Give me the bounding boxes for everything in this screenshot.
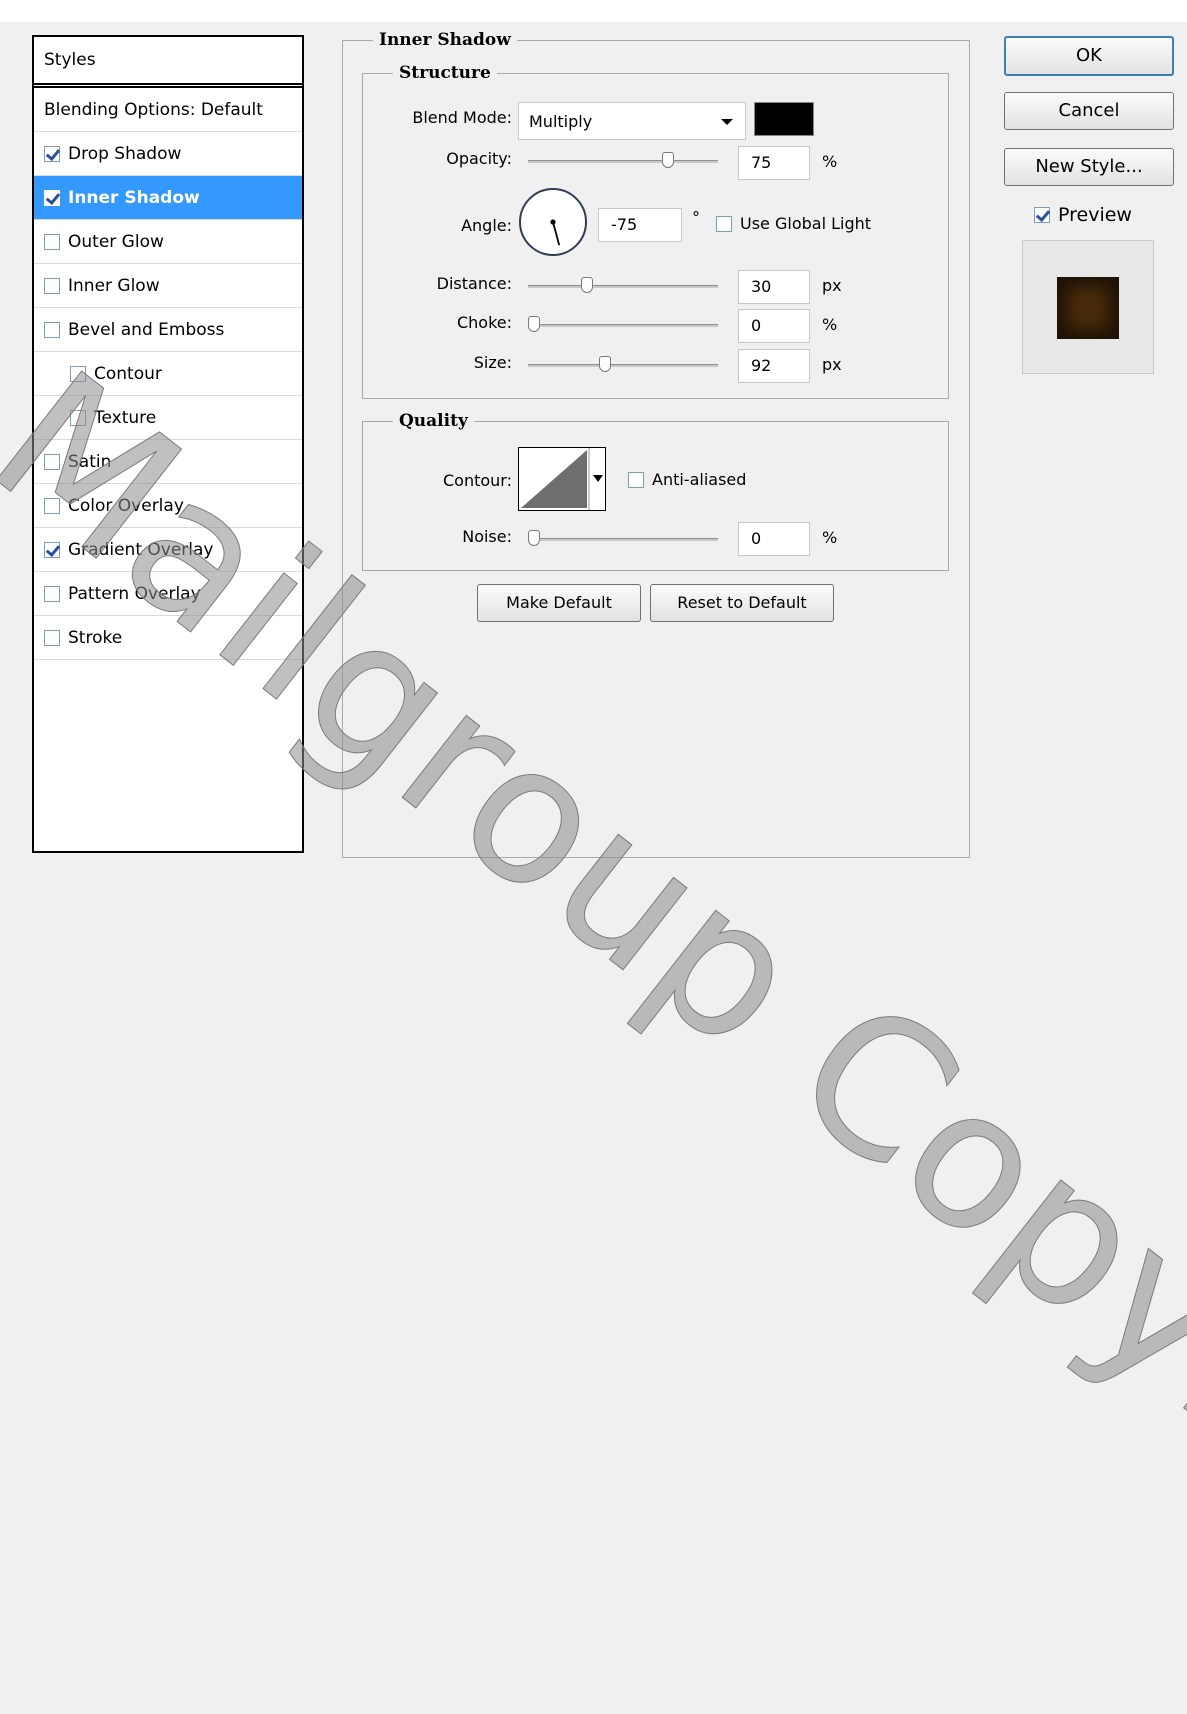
- angle-dial[interactable]: [519, 188, 587, 256]
- blend-mode-label: Blend Mode:: [412, 108, 512, 127]
- style-item-stroke[interactable]: Stroke: [34, 616, 302, 660]
- style-item-contour[interactable]: Contour: [34, 352, 302, 396]
- style-item-label: Pattern Overlay: [68, 583, 201, 604]
- blend-mode-dropdown[interactable]: Multiply: [518, 102, 746, 140]
- distance-label: Distance:: [436, 274, 512, 293]
- style-item-checkbox[interactable]: [44, 321, 60, 338]
- size-input[interactable]: 92: [738, 349, 810, 383]
- style-item-label: Bevel and Emboss: [68, 319, 225, 340]
- use-global-light-label: Use Global Light: [740, 214, 872, 233]
- size-slider-track[interactable]: [528, 364, 718, 367]
- cancel-button[interactable]: Cancel: [1004, 92, 1174, 130]
- style-item-satin[interactable]: Satin: [34, 440, 302, 484]
- style-item-checkbox[interactable]: [44, 233, 60, 250]
- quality-group: Quality: [362, 411, 949, 571]
- ok-button[interactable]: OK: [1004, 36, 1174, 76]
- style-item-blending-options-default[interactable]: Blending Options: Default: [34, 88, 302, 132]
- size-slider-thumb[interactable]: [599, 356, 612, 372]
- style-item-label: Drop Shadow: [68, 143, 182, 164]
- quality-title: Quality: [393, 411, 474, 431]
- preview-swatch: [1057, 277, 1119, 339]
- contour-label: Contour:: [443, 471, 512, 490]
- size-label: Size:: [473, 353, 512, 372]
- style-item-checkbox[interactable]: [70, 409, 86, 426]
- inner-shadow-title: Inner Shadow: [373, 30, 517, 50]
- style-item-label: Blending Options: Default: [44, 99, 263, 120]
- contour-picker[interactable]: [518, 447, 606, 511]
- style-item-drop-shadow[interactable]: Drop Shadow: [34, 132, 302, 176]
- angle-label: Angle:: [461, 216, 512, 235]
- anti-aliased-label: Anti-aliased: [652, 470, 747, 489]
- distance-unit: px: [822, 276, 842, 295]
- style-item-inner-shadow[interactable]: Inner Shadow: [34, 176, 302, 220]
- reset-to-default-button[interactable]: Reset to Default: [650, 584, 834, 622]
- choke-unit: %: [822, 315, 838, 334]
- style-item-checkbox[interactable]: [70, 365, 86, 382]
- noise-slider-thumb[interactable]: [528, 530, 540, 546]
- noise-unit: %: [822, 528, 838, 547]
- preview-box-check[interactable]: [1034, 207, 1050, 223]
- use-global-light-box[interactable]: [716, 215, 732, 232]
- style-item-checkbox[interactable]: [44, 541, 60, 558]
- style-item-checkbox[interactable]: [44, 277, 60, 294]
- make-default-button[interactable]: Make Default: [477, 584, 641, 622]
- style-item-label: Outer Glow: [68, 231, 164, 252]
- styles-header[interactable]: Styles: [34, 37, 302, 88]
- style-item-gradient-overlay[interactable]: Gradient Overlay: [34, 528, 302, 572]
- opacity-slider-track[interactable]: [528, 160, 718, 163]
- dropdown-arrow-icon: [721, 119, 733, 125]
- top-strip: [0, 0, 1187, 22]
- style-item-pattern-overlay[interactable]: Pattern Overlay: [34, 572, 302, 616]
- angle-input[interactable]: -75: [598, 208, 682, 242]
- angle-unit: °: [692, 208, 700, 227]
- style-item-checkbox[interactable]: [44, 629, 60, 646]
- style-item-label: Color Overlay: [68, 495, 184, 516]
- choke-input[interactable]: 0: [738, 309, 810, 343]
- opacity-input[interactable]: 75: [738, 146, 810, 180]
- style-item-label: Inner Glow: [68, 275, 160, 296]
- style-item-checkbox[interactable]: [44, 497, 60, 514]
- style-item-label: Gradient Overlay: [68, 539, 214, 560]
- preview-label: Preview: [1058, 204, 1132, 226]
- style-item-label: Inner Shadow: [68, 187, 200, 208]
- style-item-color-overlay[interactable]: Color Overlay: [34, 484, 302, 528]
- style-item-checkbox[interactable]: [44, 189, 60, 206]
- style-item-bevel-and-emboss[interactable]: Bevel and Emboss: [34, 308, 302, 352]
- style-item-label: Satin: [68, 451, 112, 472]
- anti-aliased-checkbox[interactable]: Anti-aliased: [628, 470, 746, 489]
- style-item-checkbox[interactable]: [44, 145, 60, 162]
- style-item-checkbox[interactable]: [44, 453, 60, 470]
- styles-list: Blending Options: Default Drop Shadow Inne…: [34, 88, 302, 660]
- preview-thumbnail: [1022, 240, 1154, 374]
- use-global-light-checkbox[interactable]: Use Global Light: [716, 214, 871, 233]
- noise-slider-track[interactable]: [528, 538, 718, 541]
- choke-slider-thumb[interactable]: [528, 316, 540, 332]
- distance-slider-thumb[interactable]: [581, 277, 594, 293]
- style-item-label: Stroke: [68, 627, 123, 648]
- structure-title: Structure: [393, 63, 497, 83]
- size-unit: px: [822, 355, 842, 374]
- noise-label: Noise:: [462, 527, 512, 546]
- shadow-color-swatch[interactable]: [754, 102, 814, 136]
- style-item-label: Texture: [94, 407, 157, 428]
- opacity-slider-thumb[interactable]: [661, 152, 674, 168]
- style-item-inner-glow[interactable]: Inner Glow: [34, 264, 302, 308]
- style-item-label: Contour: [94, 363, 162, 384]
- style-item-texture[interactable]: Texture: [34, 396, 302, 440]
- noise-input[interactable]: 0: [738, 522, 810, 556]
- choke-label: Choke:: [456, 313, 512, 332]
- style-item-checkbox[interactable]: [44, 585, 60, 602]
- style-item-outer-glow[interactable]: Outer Glow: [34, 220, 302, 264]
- opacity-label: Opacity:: [446, 149, 512, 168]
- styles-panel: Styles Blending Options: Default Drop Sha…: [32, 35, 304, 853]
- new-style-button[interactable]: New Style...: [1004, 148, 1174, 186]
- distance-input[interactable]: 30: [738, 270, 810, 304]
- anti-aliased-box[interactable]: [628, 471, 644, 488]
- preview-checkbox[interactable]: Preview: [1034, 204, 1132, 226]
- opacity-unit: %: [822, 152, 838, 171]
- distance-slider-track[interactable]: [528, 285, 718, 288]
- blend-mode-value: Multiply: [529, 112, 593, 131]
- choke-slider-track[interactable]: [528, 324, 718, 327]
